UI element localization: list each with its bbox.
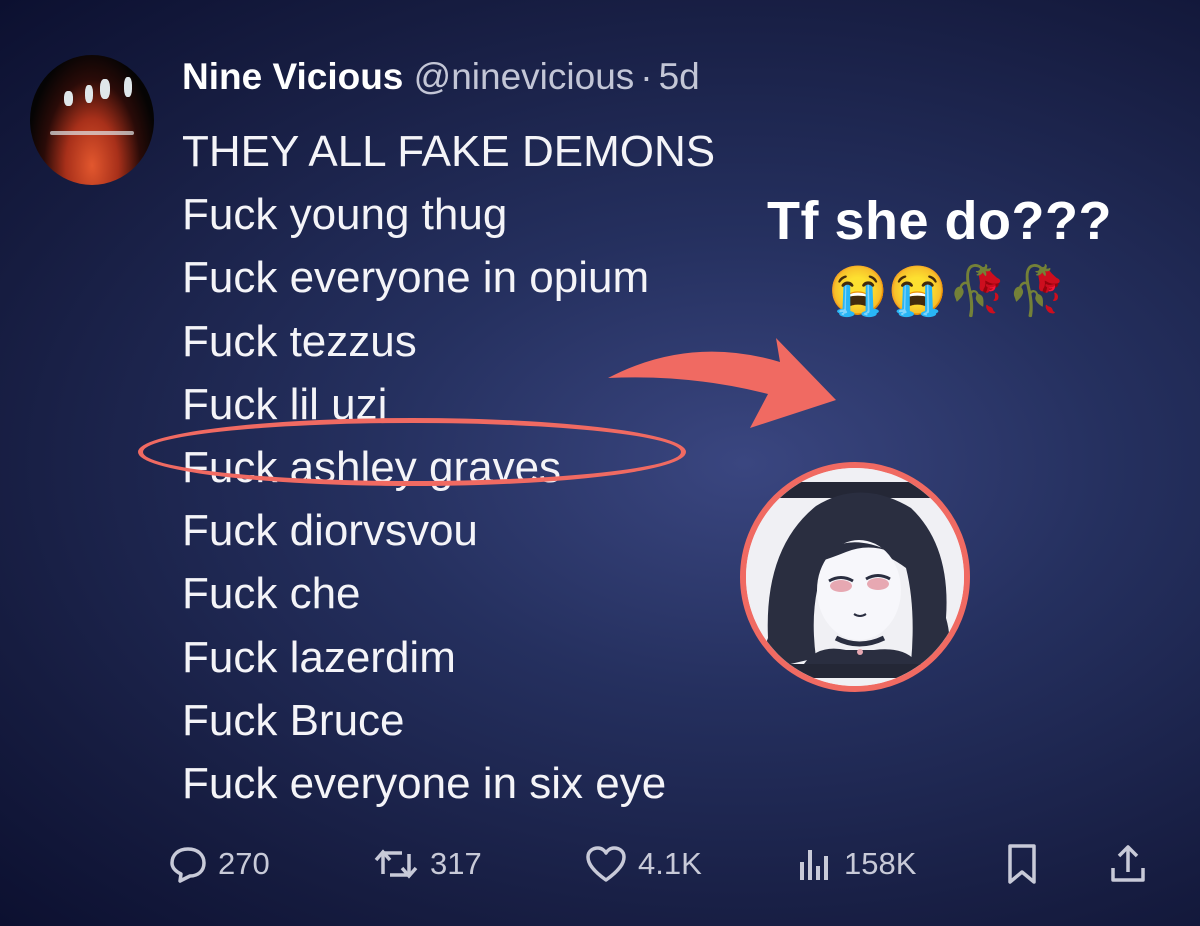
annotation-arrow-icon — [608, 338, 836, 428]
author-handle[interactable]: @ninevicious — [414, 56, 635, 97]
bookmark-button[interactable] — [1004, 836, 1040, 892]
like-count: 4.1K — [638, 846, 702, 881]
tweet-line: Fuck everyone in opium — [182, 253, 650, 303]
tweet-line: Fuck everyone in six eye — [182, 759, 667, 809]
tweet-actions: 270 317 4.1K 158K — [0, 836, 1200, 896]
tweet-timestamp[interactable]: 5d — [659, 56, 700, 97]
tweet-line: THEY ALL FAKE DEMONS — [182, 127, 716, 176]
views-icon — [800, 850, 828, 880]
heart-icon — [586, 846, 626, 882]
author-avatar[interactable] — [30, 55, 154, 185]
anime-girl-icon — [746, 468, 964, 686]
views-button[interactable]: 158K — [794, 836, 916, 892]
avatar-highlight — [124, 77, 132, 97]
avatar-highlight — [64, 91, 73, 106]
tweet-line: Fuck lazerdim — [182, 632, 456, 682]
share-button[interactable] — [1108, 836, 1148, 892]
share-icon — [1111, 845, 1145, 882]
tweet-line: Fuck Bruce — [182, 695, 405, 745]
reply-button[interactable]: 270 — [168, 836, 270, 892]
retweet-button[interactable]: 317 — [372, 836, 482, 892]
author-name[interactable]: Nine Vicious — [182, 56, 403, 97]
annotation-caption: Tf she do??? — [767, 191, 1112, 251]
avatar-highlight — [50, 131, 134, 135]
header-separator: · — [640, 56, 653, 97]
retweet-icon — [374, 849, 418, 879]
profile-picture — [740, 462, 970, 692]
like-button[interactable]: 4.1K — [584, 836, 702, 892]
reply-count: 270 — [218, 846, 270, 881]
retweet-count: 317 — [430, 846, 482, 881]
avatar-highlight — [100, 79, 110, 99]
avatar-highlight — [85, 85, 93, 103]
tweet-line: Fuck diorvsvou — [182, 506, 478, 556]
views-count: 158K — [844, 846, 917, 881]
tweet: Nine Vicious @ninevicious · 5d THEY ALL FA… — [0, 0, 1200, 926]
bookmark-icon — [1008, 844, 1036, 884]
annotation-emojis: 😭😭🥀🥀 — [828, 265, 1068, 318]
tweet-line: Fuck young thug — [182, 190, 508, 240]
tweet-header: Nine Vicious @ninevicious · 5d — [182, 56, 700, 98]
tweet-line: Fuck che — [182, 569, 361, 619]
reply-icon — [170, 847, 206, 883]
